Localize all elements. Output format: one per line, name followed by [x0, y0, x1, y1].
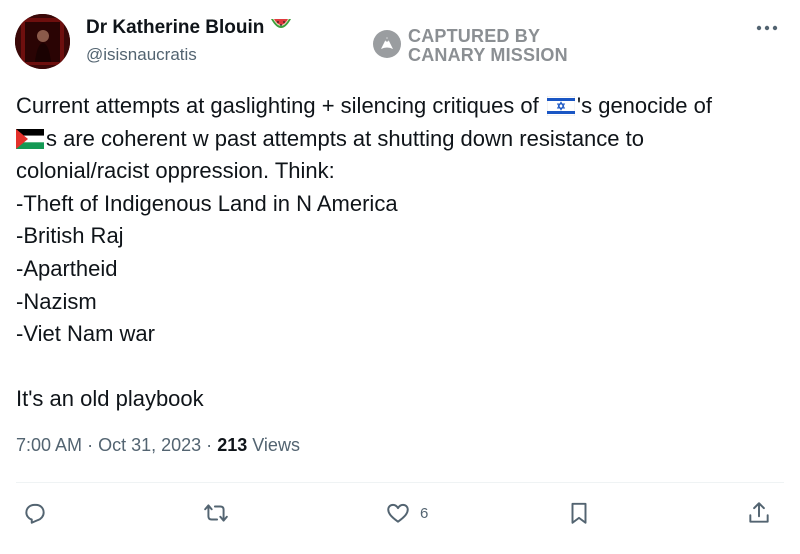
tweet-line-3: colonial/racist oppression. Think: [16, 158, 335, 184]
israel-flag-icon [546, 93, 576, 126]
display-name-text: Dr Katherine Blouin [86, 17, 265, 38]
meta-separator: · [87, 435, 94, 455]
palestine-flag-icon [16, 126, 44, 159]
canary-bird-icon [372, 29, 402, 64]
more-options-button[interactable] [756, 14, 778, 37]
action-bar: 6 [22, 500, 778, 530]
bookmark-icon [571, 502, 587, 524]
like-button[interactable]: 6 [384, 500, 428, 526]
watermark-line1: CAPTURED BY [408, 26, 541, 46]
heart-icon [387, 503, 409, 523]
tweet-line-1-text: Current attempts at gaslighting + silenc… [16, 93, 545, 118]
tweet-list-item: -British Raj [16, 223, 124, 249]
tweet-text: Current attempts at gaslighting + silenc… [16, 90, 786, 416]
watermelon-icon [270, 17, 292, 39]
divider [16, 482, 784, 483]
tweet-line-1: Current attempts at gaslighting + silenc… [16, 90, 786, 123]
canary-mission-watermark: CAPTURED BY CANARY MISSION [372, 27, 568, 65]
tweet-list-item: -Theft of Indigenous Land in N America [16, 190, 398, 216]
reply-icon [25, 503, 45, 524]
views-label: Views [252, 435, 300, 455]
tweet-line-2-text: s are coherent w past attempts at shutti… [46, 125, 644, 151]
meta-separator: · [206, 435, 213, 455]
reply-button[interactable] [22, 500, 48, 526]
watermark-line2: CANARY MISSION [408, 45, 568, 65]
user-handle[interactable]: @isisnaucratis [86, 45, 197, 65]
tweet-closing: It's an old playbook [16, 386, 204, 412]
tweet-list-item: -Nazism [16, 288, 97, 314]
like-count: 6 [420, 504, 429, 522]
retweet-icon [204, 504, 228, 522]
share-button[interactable] [746, 500, 772, 526]
tweet-date[interactable]: Oct 31, 2023 [98, 435, 201, 455]
tweet-time[interactable]: 7:00 AM [16, 435, 82, 455]
tweet-list-item: -Viet Nam war [16, 321, 155, 347]
display-name[interactable]: Dr Katherine Blouin [86, 17, 292, 39]
more-horizontal-icon [756, 25, 778, 31]
bookmark-button[interactable] [566, 500, 592, 526]
avatar-image [15, 14, 70, 69]
tweet-list-item: -Apartheid [16, 255, 118, 281]
avatar[interactable] [15, 14, 70, 69]
tweet-line-2: s are coherent w past attempts at shutti… [16, 123, 786, 156]
tweet-meta: 7:00 AM · Oct 31, 2023 · 213 Views [16, 435, 300, 456]
tweet-line-1-rest: 's genocide of [576, 93, 712, 118]
retweet-button[interactable] [202, 500, 230, 526]
share-icon [749, 502, 769, 523]
views-count: 213 [217, 435, 248, 455]
